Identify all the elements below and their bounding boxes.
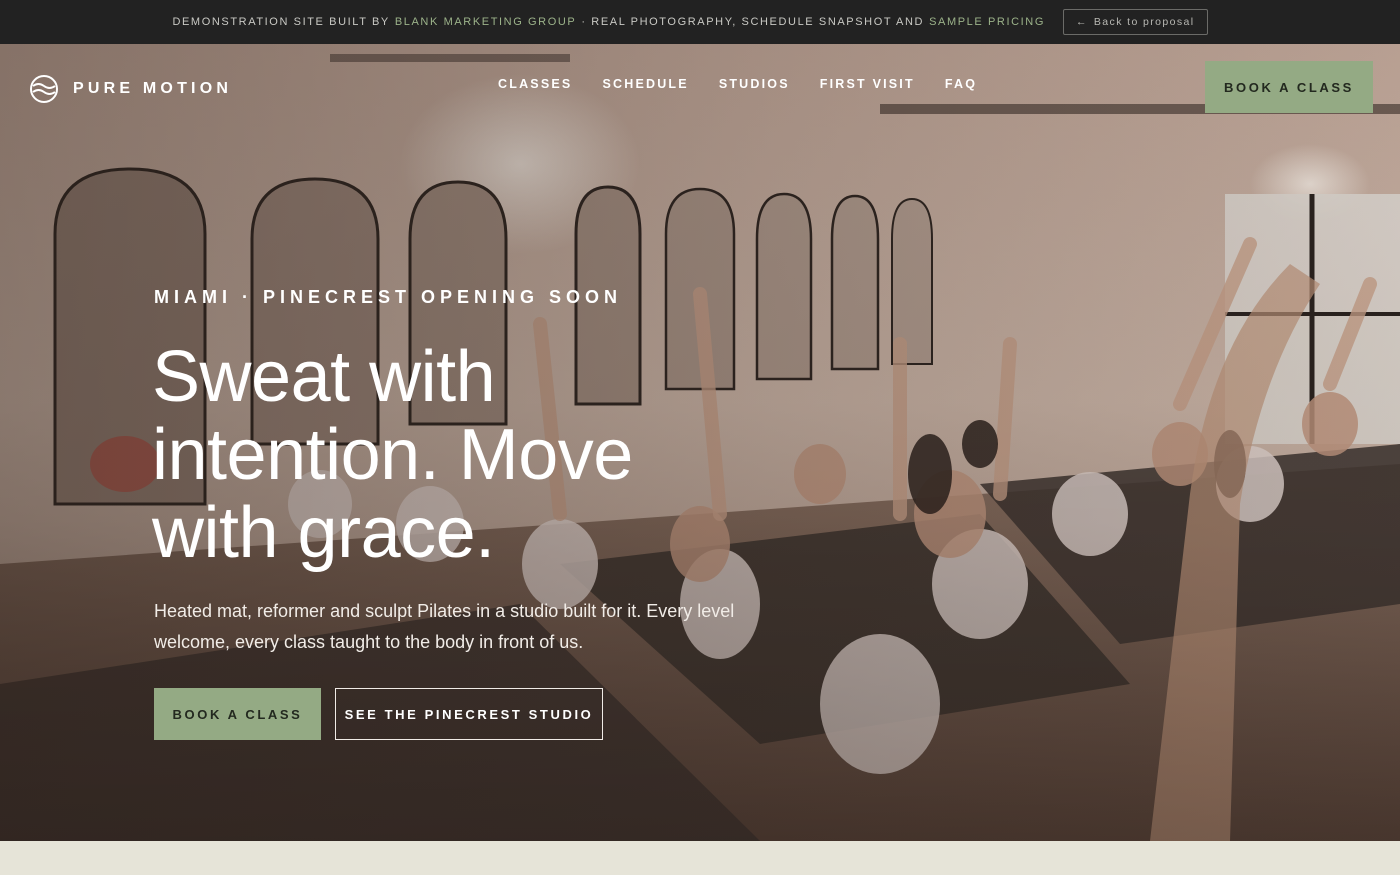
demo-banner-text: Demonstration site built by Blank Market… bbox=[172, 16, 1045, 28]
nav-book-class-button[interactable]: BOOK A CLASS bbox=[1205, 61, 1373, 113]
main-nav: PURE MOTION CLASSES SCHEDULE STUDIOS FIR… bbox=[0, 44, 1400, 128]
hero-section: PURE MOTION CLASSES SCHEDULE STUDIOS FIR… bbox=[0, 44, 1400, 841]
hero-lede: Heated mat, reformer and sculpt Pilates … bbox=[154, 601, 735, 652]
back-to-proposal-label: Back to proposal bbox=[1093, 16, 1195, 28]
nav-link-schedule[interactable]: SCHEDULE bbox=[602, 77, 688, 91]
hero-headline: Sweat with intention. Move with grace. bbox=[152, 337, 633, 573]
demo-banner: Demonstration site built by Blank Market… bbox=[0, 0, 1400, 44]
nav-link-classes[interactable]: CLASSES bbox=[498, 77, 572, 91]
nav-link-first-visit[interactable]: FIRST VISIT bbox=[820, 77, 915, 91]
nav-link-faq[interactable]: FAQ bbox=[945, 77, 977, 91]
nav-link-studios[interactable]: STUDIOS bbox=[719, 77, 790, 91]
banner-prefix: Demonstration site built by bbox=[172, 16, 390, 28]
banner-pricing-link[interactable]: Sample pricing bbox=[929, 16, 1045, 28]
arrow-left-icon: ← bbox=[1076, 16, 1088, 28]
site-logo[interactable]: PURE MOTION bbox=[29, 74, 232, 104]
next-section bbox=[0, 841, 1400, 875]
back-to-proposal-button[interactable]: ← Back to proposal bbox=[1063, 9, 1208, 35]
banner-brand-link[interactable]: Blank Marketing Group bbox=[395, 16, 577, 28]
hero-eyebrow: MIAMI · PINECREST OPENING SOON bbox=[154, 287, 623, 307]
banner-middle: · Real photography, schedule snapshot an… bbox=[581, 16, 925, 28]
logo-text: PURE MOTION bbox=[73, 80, 233, 97]
hero-book-class-button[interactable]: BOOK A CLASS bbox=[154, 688, 321, 740]
wave-circle-icon bbox=[30, 75, 58, 103]
nav-menu: CLASSES SCHEDULE STUDIOS FIRST VISIT FAQ bbox=[498, 77, 977, 91]
see-pinecrest-studio-button[interactable]: SEE THE PINECREST STUDIO bbox=[335, 688, 603, 740]
